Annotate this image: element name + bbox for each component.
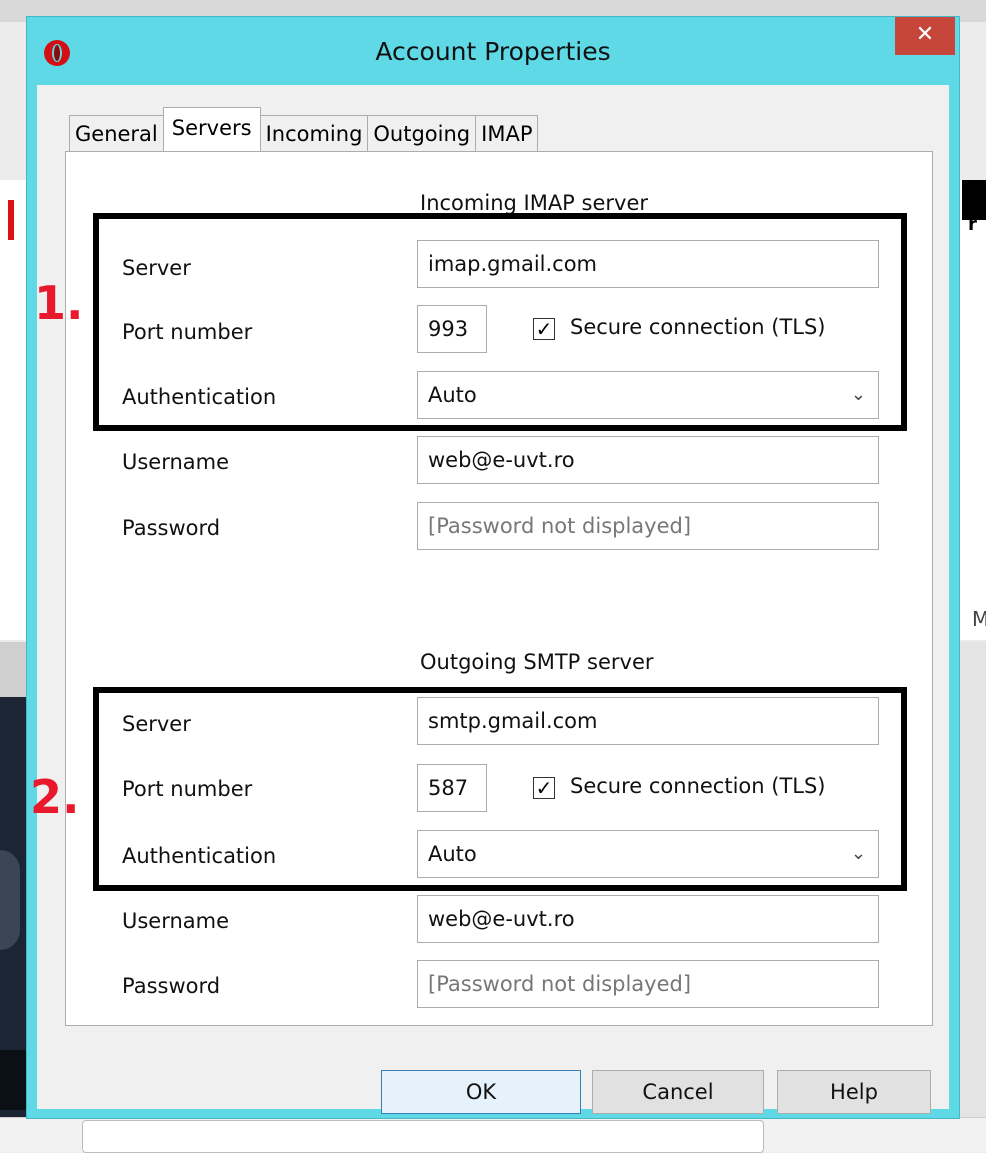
window-title: Account Properties: [375, 37, 611, 66]
tab-imap[interactable]: IMAP: [475, 115, 539, 151]
outgoing-section-title: Outgoing SMTP server: [420, 650, 654, 674]
account-properties-dialog: Account Properties ✕ General Servers Inc…: [26, 16, 960, 1119]
help-button[interactable]: Help: [777, 1070, 931, 1114]
background-left-panel: [0, 180, 29, 640]
annotation-number-1: 1.: [34, 276, 84, 330]
outgoing-username-label: Username: [122, 909, 230, 933]
tab-servers[interactable]: Servers: [162, 107, 261, 151]
tab-strip: General Servers Incoming Outgoing IMAP: [69, 107, 539, 151]
background-red-mark: [8, 200, 14, 240]
outgoing-username-field[interactable]: web@e-uvt.ro: [417, 895, 879, 943]
incoming-password-label: Password: [122, 516, 221, 540]
incoming-username-label: Username: [122, 450, 230, 474]
close-button[interactable]: ✕: [895, 17, 955, 55]
incoming-section-title: Incoming IMAP server: [420, 191, 648, 215]
background-left-strip: [0, 642, 28, 697]
background-image-detail: [0, 1050, 28, 1110]
outgoing-password-field[interactable]: [Password not displayed]: [417, 960, 879, 1008]
outgoing-password-label: Password: [122, 974, 221, 998]
background-right-panel: [958, 180, 986, 640]
incoming-username-field[interactable]: web@e-uvt.ro: [417, 436, 879, 484]
incoming-password-field[interactable]: [Password not displayed]: [417, 502, 879, 550]
tab-incoming[interactable]: Incoming: [259, 115, 369, 151]
background-image-detail: [0, 850, 20, 950]
annotation-box-outgoing: [93, 687, 907, 891]
title-bar[interactable]: Account Properties ✕: [27, 17, 959, 85]
cancel-button[interactable]: Cancel: [592, 1070, 764, 1114]
close-icon: ✕: [915, 22, 935, 47]
background-bottom-field: [82, 1120, 764, 1153]
background-right-letter: M: [972, 607, 986, 631]
annotation-box-incoming: [93, 213, 907, 431]
ok-button[interactable]: OK: [381, 1070, 581, 1114]
tab-outgoing[interactable]: Outgoing: [367, 115, 477, 151]
annotation-number-2: 2.: [30, 770, 80, 824]
tab-general[interactable]: General: [69, 115, 164, 151]
background-right-strip: [958, 642, 986, 1117]
background-right-glyph: r: [968, 214, 977, 235]
